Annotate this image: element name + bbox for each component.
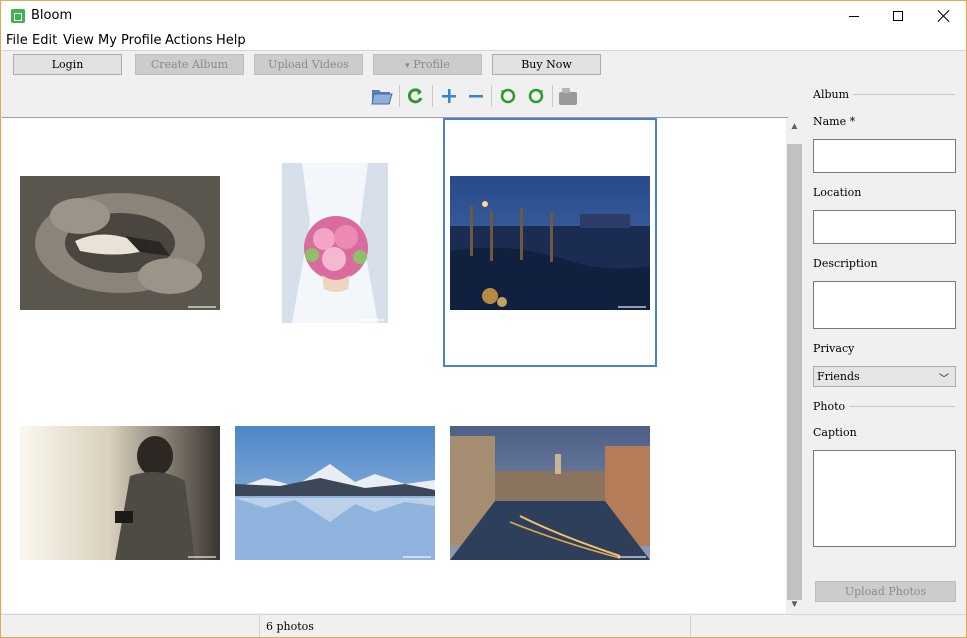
rotate-right-icon[interactable]	[525, 85, 547, 107]
rotate-left-icon[interactable]	[497, 85, 519, 107]
photo-watermark	[188, 556, 216, 558]
privacy-label: Privacy	[813, 342, 855, 355]
maximize-button[interactable]	[875, 1, 921, 31]
menu-help[interactable]: Help	[216, 33, 246, 48]
menu-actions[interactable]: Actions	[165, 33, 213, 48]
details-panel: Album Name * Location Description Privac…	[807, 81, 965, 613]
close-button[interactable]	[921, 1, 966, 31]
buy-now-button[interactable]: Buy Now	[492, 54, 601, 75]
status-divider	[690, 615, 691, 637]
refresh-icon[interactable]	[405, 85, 427, 107]
zoom-in-icon[interactable]	[438, 85, 460, 107]
caption-field[interactable]	[813, 450, 956, 547]
photo-thumbnail[interactable]	[235, 426, 435, 560]
photo-watermark	[188, 306, 216, 308]
status-divider	[259, 615, 260, 637]
photo-thumbnail[interactable]	[20, 426, 220, 560]
zoom-out-icon[interactable]	[465, 85, 487, 107]
menu-edit[interactable]: Edit	[32, 33, 57, 48]
create-album-button[interactable]: Create Album	[135, 54, 244, 75]
location-field[interactable]	[813, 210, 956, 244]
caption-label: Caption	[813, 426, 857, 439]
album-group-title: Album	[813, 88, 854, 101]
minimize-button[interactable]	[831, 1, 877, 31]
menu-my-profile[interactable]: My Profile	[98, 33, 161, 48]
photo-watermark	[356, 319, 384, 321]
maximize-icon	[893, 11, 903, 21]
name-label: Name *	[813, 115, 856, 128]
location-label: Location	[813, 186, 862, 199]
privacy-select[interactable]: Friends ﹀	[813, 366, 956, 387]
photo-gallery	[2, 117, 788, 613]
close-icon	[938, 10, 950, 22]
profile-button-label: Profile	[413, 58, 450, 71]
photo-group-title: Photo	[813, 400, 850, 413]
chevron-down-icon: ▾	[405, 61, 410, 71]
minimize-icon	[849, 15, 859, 17]
chevron-down-icon: ﹀	[939, 374, 949, 385]
menu-file[interactable]: File	[6, 33, 28, 48]
title-bar: Bloom	[1, 1, 966, 31]
privacy-selected-value: Friends	[817, 370, 860, 383]
upload-videos-button[interactable]: Upload Videos	[254, 54, 363, 75]
profile-dropdown-button[interactable]: ▾ Profile	[373, 54, 482, 75]
photo-thumbnail[interactable]	[20, 176, 220, 310]
toolbar-separator	[491, 85, 492, 107]
main-window: Bloom File Edit View My Profile Actions …	[0, 0, 967, 638]
gallery-scrollbar[interactable]: ▲ ▼	[786, 118, 803, 613]
toolbar-separator	[432, 85, 433, 107]
scroll-thumb[interactable]	[787, 144, 802, 600]
delete-icon[interactable]	[557, 85, 579, 107]
app-icon	[11, 9, 25, 23]
photo-thumbnail[interactable]	[282, 163, 388, 323]
menu-view[interactable]: View	[63, 33, 94, 48]
toolbar-separator	[399, 85, 400, 107]
photo-watermark	[618, 556, 646, 558]
folder-open-icon[interactable]	[371, 85, 393, 107]
scroll-down-icon[interactable]: ▼	[786, 596, 803, 613]
upload-photos-button[interactable]: Upload Photos	[815, 581, 956, 602]
selected-photo-highlight	[443, 118, 657, 367]
photo-watermark	[403, 556, 431, 558]
menu-bar: File Edit View My Profile Actions Help	[1, 31, 966, 51]
scroll-up-icon[interactable]: ▲	[786, 118, 803, 135]
photo-thumbnail[interactable]	[450, 426, 650, 560]
description-field[interactable]	[813, 281, 956, 329]
photo-count-status: 6 photos	[266, 620, 314, 633]
album-name-field[interactable]	[813, 139, 956, 173]
description-label: Description	[813, 257, 878, 270]
login-button[interactable]: Login	[13, 54, 122, 75]
toolbar-separator	[552, 85, 553, 107]
window-title: Bloom	[31, 8, 73, 23]
status-bar: 6 photos	[1, 614, 966, 637]
